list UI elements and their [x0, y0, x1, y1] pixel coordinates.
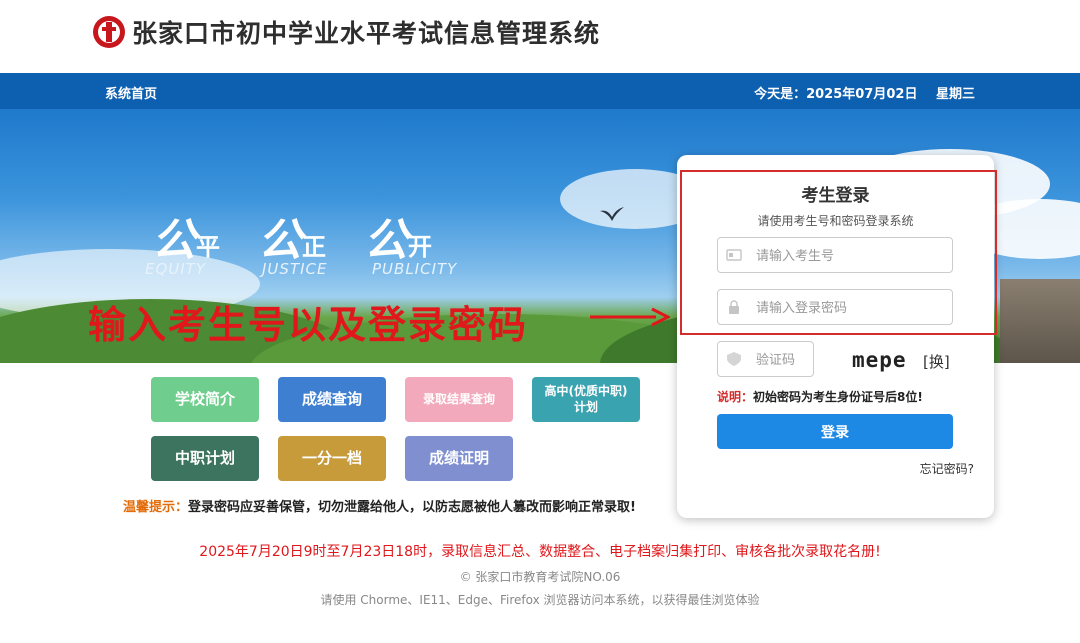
instruction-annotation: 输入考生号以及登录密码 — [88, 303, 529, 347]
captcha-image[interactable]: mepe — [852, 348, 907, 372]
emblem-icon — [93, 16, 125, 48]
motto-en-publicity: PUBLICITY — [372, 260, 458, 278]
score-certificate-button[interactable]: 成绩证明 — [405, 436, 513, 481]
copyright-text: © 张家口市教育考试院NO.06 — [459, 570, 621, 584]
weekday-text: 星期三 — [935, 87, 975, 102]
score-distribution-button[interactable]: 一分一档 — [278, 436, 386, 481]
arrow-right-icon — [590, 307, 670, 327]
warning-text: 登录密码应妥善保管，切勿泄露给他人，以防志愿被他人篡改而影响正常录取! — [188, 500, 636, 515]
login-button[interactable]: 登录 — [717, 414, 953, 449]
motto-justice: 公正 — [258, 215, 326, 266]
site-title: 张家口市初中学业水平考试信息管理系统 — [132, 19, 601, 48]
motto-en-justice: JUSTICE — [262, 260, 328, 278]
forgot-password-link[interactable]: 忘记密码? — [920, 460, 974, 477]
note-label: 说明： — [717, 390, 754, 404]
header: 张家口市初中学业水平考试信息管理系统 — [0, 0, 1080, 72]
high-school-plan-button[interactable]: 高中(优质中职) 计划 — [532, 377, 640, 422]
captcha-field[interactable] — [717, 341, 814, 377]
school-intro-button[interactable]: 学校简介 — [151, 377, 259, 422]
captcha-input[interactable] — [754, 348, 813, 372]
date-text: 今天是：2025年07月02日 — [754, 87, 918, 102]
motto-equity: 公平 — [152, 215, 220, 266]
warning-tip: 温馨提示：登录密码应妥善保管，切勿泄露给他人，以防志愿被他人篡改而影响正常录取! — [123, 496, 636, 515]
password-note: 说明：初始密码为考生身份证号后8位! — [717, 388, 923, 405]
browser-tip: 请使用 Chorme、IE11、Edge、Firefox 浏览器访问本系统，以获… — [320, 593, 760, 607]
score-query-button[interactable]: 成绩查询 — [278, 377, 386, 422]
nav-home-link[interactable]: 系统首页 — [105, 83, 157, 102]
shield-icon — [727, 352, 741, 366]
date-display: 今天是：2025年07月02日 星期三 — [750, 83, 975, 102]
top-navbar: 系统首页 今天是：2025年07月02日 星期三 — [0, 73, 1080, 109]
bird-icon — [600, 207, 624, 221]
annotation-highlight-box — [680, 170, 997, 335]
motto-en-equity: EQUITY — [145, 260, 207, 278]
warning-label: 温馨提示： — [123, 500, 189, 515]
motto-publicity: 公开 — [364, 215, 432, 266]
captcha-refresh-link[interactable]: [换] — [923, 351, 950, 372]
schedule-notice: 2025年7月20日9时至7月23日18时，录取信息汇总、数据整合、电子档案归集… — [199, 544, 881, 560]
great-wall-image — [1000, 279, 1080, 363]
vocational-plan-button[interactable]: 中职计划 — [151, 436, 259, 481]
admission-result-button[interactable]: 录取结果查询 — [405, 377, 513, 422]
note-text: 初始密码为考生身份证号后8位! — [753, 390, 923, 404]
